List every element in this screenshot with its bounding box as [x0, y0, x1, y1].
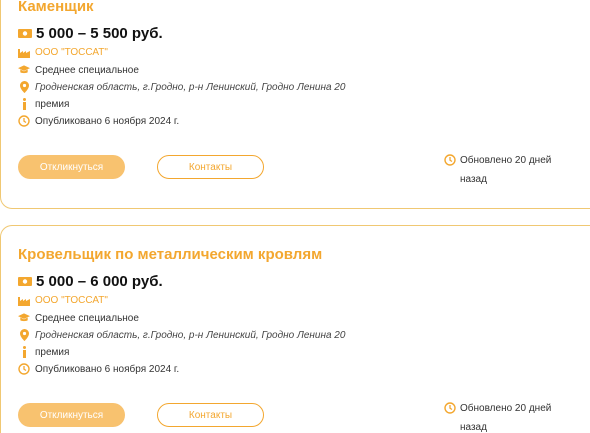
- address-text: Гродненская область, г.Гродно, р-н Ленин…: [35, 329, 346, 341]
- published-text: Опубликовано 6 ноября 2024 г.: [35, 363, 180, 375]
- published-row: Опубликовано 6 ноября 2024 г.: [18, 362, 179, 376]
- updated-info: Обновлено 20 дней назад: [444, 151, 574, 189]
- company-row: ООО "ТОССАТ": [18, 45, 108, 59]
- location-pin-icon: [18, 81, 30, 93]
- info-icon: [18, 98, 30, 110]
- address-row: Гродненская область, г.Гродно, р-н Ленин…: [18, 328, 345, 342]
- vacancy-title[interactable]: Кровельщик по металлическим кровлям: [18, 246, 322, 263]
- factory-icon: [18, 294, 30, 306]
- salary: 5 000 – 6 000 руб.: [18, 273, 163, 290]
- money-icon: [18, 277, 32, 286]
- address-text: Гродненская область, г.Гродно, р-н Ленин…: [35, 81, 346, 93]
- updated-info: Обновлено 20 дней назад: [444, 399, 574, 433]
- factory-icon: [18, 46, 30, 58]
- graduation-cap-icon: [18, 64, 30, 76]
- published-text: Опубликовано 6 ноября 2024 г.: [35, 115, 180, 127]
- bonus-row: премия: [18, 97, 69, 111]
- salary: 5 000 – 5 500 руб.: [18, 25, 163, 42]
- clock-icon: [18, 115, 30, 127]
- money-icon: [18, 29, 32, 38]
- company-name[interactable]: ООО "ТОССАТ": [35, 47, 108, 58]
- bonus-text: премия: [35, 98, 70, 110]
- location-pin-icon: [18, 329, 30, 341]
- vacancy-title[interactable]: Каменщик: [18, 0, 94, 15]
- education-row: Среднее специальное: [18, 311, 139, 325]
- published-row: Опубликовано 6 ноября 2024 г.: [18, 114, 179, 128]
- contacts-button[interactable]: Контакты: [157, 403, 264, 427]
- address-row: Гродненская область, г.Гродно, р-н Ленин…: [18, 80, 345, 94]
- company-name[interactable]: ООО "ТОССАТ": [35, 295, 108, 306]
- graduation-cap-icon: [18, 312, 30, 324]
- education-text: Среднее специальное: [35, 312, 139, 324]
- clock-icon: [444, 402, 456, 414]
- apply-button[interactable]: Откликнуться: [18, 155, 125, 179]
- updated-text: Обновлено 20 дней назад: [460, 155, 552, 185]
- bonus-text: премия: [35, 346, 70, 358]
- company-row: ООО "ТОССАТ": [18, 293, 108, 307]
- education-text: Среднее специальное: [35, 64, 139, 76]
- contacts-button[interactable]: Контакты: [157, 155, 264, 179]
- info-icon: [18, 346, 30, 358]
- salary-value: 5 000 – 5 500 руб.: [36, 25, 163, 42]
- apply-button[interactable]: Откликнуться: [18, 403, 125, 427]
- updated-text: Обновлено 20 дней назад: [460, 403, 552, 433]
- bonus-row: премия: [18, 345, 69, 359]
- education-row: Среднее специальное: [18, 63, 139, 77]
- clock-icon: [444, 154, 456, 166]
- clock-icon: [18, 363, 30, 375]
- salary-value: 5 000 – 6 000 руб.: [36, 273, 163, 290]
